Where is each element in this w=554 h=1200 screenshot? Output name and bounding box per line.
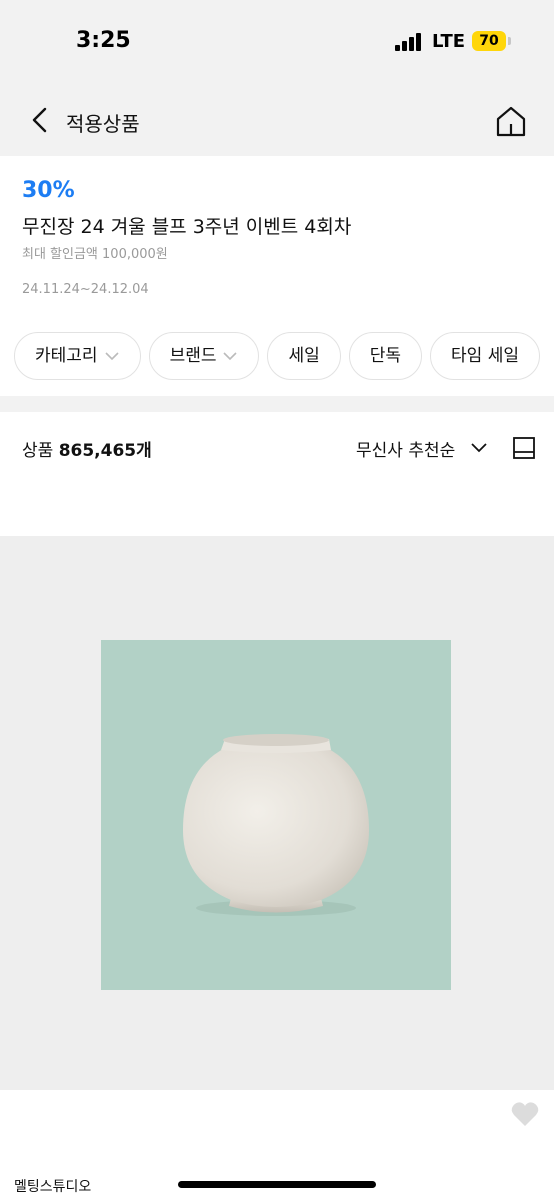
filter-chip-label: 세일 <box>288 346 320 366</box>
filter-chip-label: 단독 <box>369 346 402 366</box>
max-discount: 최대 할인금액 100,000원 <box>22 247 168 262</box>
battery-icon: 70 <box>472 31 506 51</box>
chevron-down-icon[interactable] <box>470 442 488 454</box>
heart-icon[interactable] <box>510 1100 540 1128</box>
product-count: 상품 865,465개 <box>22 436 152 461</box>
filter-chip-sale[interactable]: 세일 <box>267 332 341 380</box>
signal-icon <box>395 33 423 51</box>
home-icon[interactable] <box>494 104 528 138</box>
sort-dropdown[interactable]: 무신사 추천순 <box>356 436 455 461</box>
network-label: LTE <box>432 31 466 52</box>
product-image[interactable] <box>0 536 554 1090</box>
filter-chip-label: 카테고리 <box>35 346 98 366</box>
status-time: 3:25 <box>76 28 131 53</box>
promo-title: 무진장 24 겨울 블프 3주년 이벤트 4회차 <box>22 216 352 238</box>
filter-chips: 카테고리 브랜드 세일 단독 타임 세일 <box>14 332 548 382</box>
product-brand[interactable]: 멜팅스튜디오 <box>14 1176 91 1196</box>
single-view-icon[interactable] <box>512 436 536 460</box>
filter-chip-brand[interactable]: 브랜드 <box>148 332 260 380</box>
filter-chip-time-sale[interactable]: 타임 세일 <box>430 332 541 380</box>
promo-section: 30% 무진장 24 겨울 블프 3주년 이벤트 4회차 최대 할인금액 100… <box>0 156 554 396</box>
nav-bar: 적용상품 <box>0 84 554 156</box>
filter-chip-category[interactable]: 카테고리 <box>14 332 141 380</box>
product-count-value: 865,465개 <box>58 441 152 461</box>
product-photo <box>101 640 451 990</box>
status-bar: 3:25 LTE 70 <box>0 0 554 84</box>
filter-chip-label: 타임 세일 <box>451 346 520 366</box>
discount-rate: 30% <box>22 178 75 203</box>
vase-image <box>183 734 369 916</box>
section-divider <box>0 396 554 412</box>
filter-chip-label: 브랜드 <box>169 346 217 366</box>
chevron-down-icon <box>104 352 119 361</box>
filter-chip-exclusive[interactable]: 단독 <box>348 332 423 380</box>
promo-period: 24.11.24~24.12.04 <box>22 282 149 297</box>
list-header: 상품 865,465개 무신사 추천순 <box>0 412 554 480</box>
product-count-label: 상품 <box>22 441 54 461</box>
page-title: 적용상품 <box>66 112 140 136</box>
battery-tip <box>508 37 511 45</box>
chevron-left-icon[interactable] <box>28 106 52 134</box>
home-indicator <box>178 1181 376 1188</box>
chevron-down-icon <box>223 352 238 361</box>
